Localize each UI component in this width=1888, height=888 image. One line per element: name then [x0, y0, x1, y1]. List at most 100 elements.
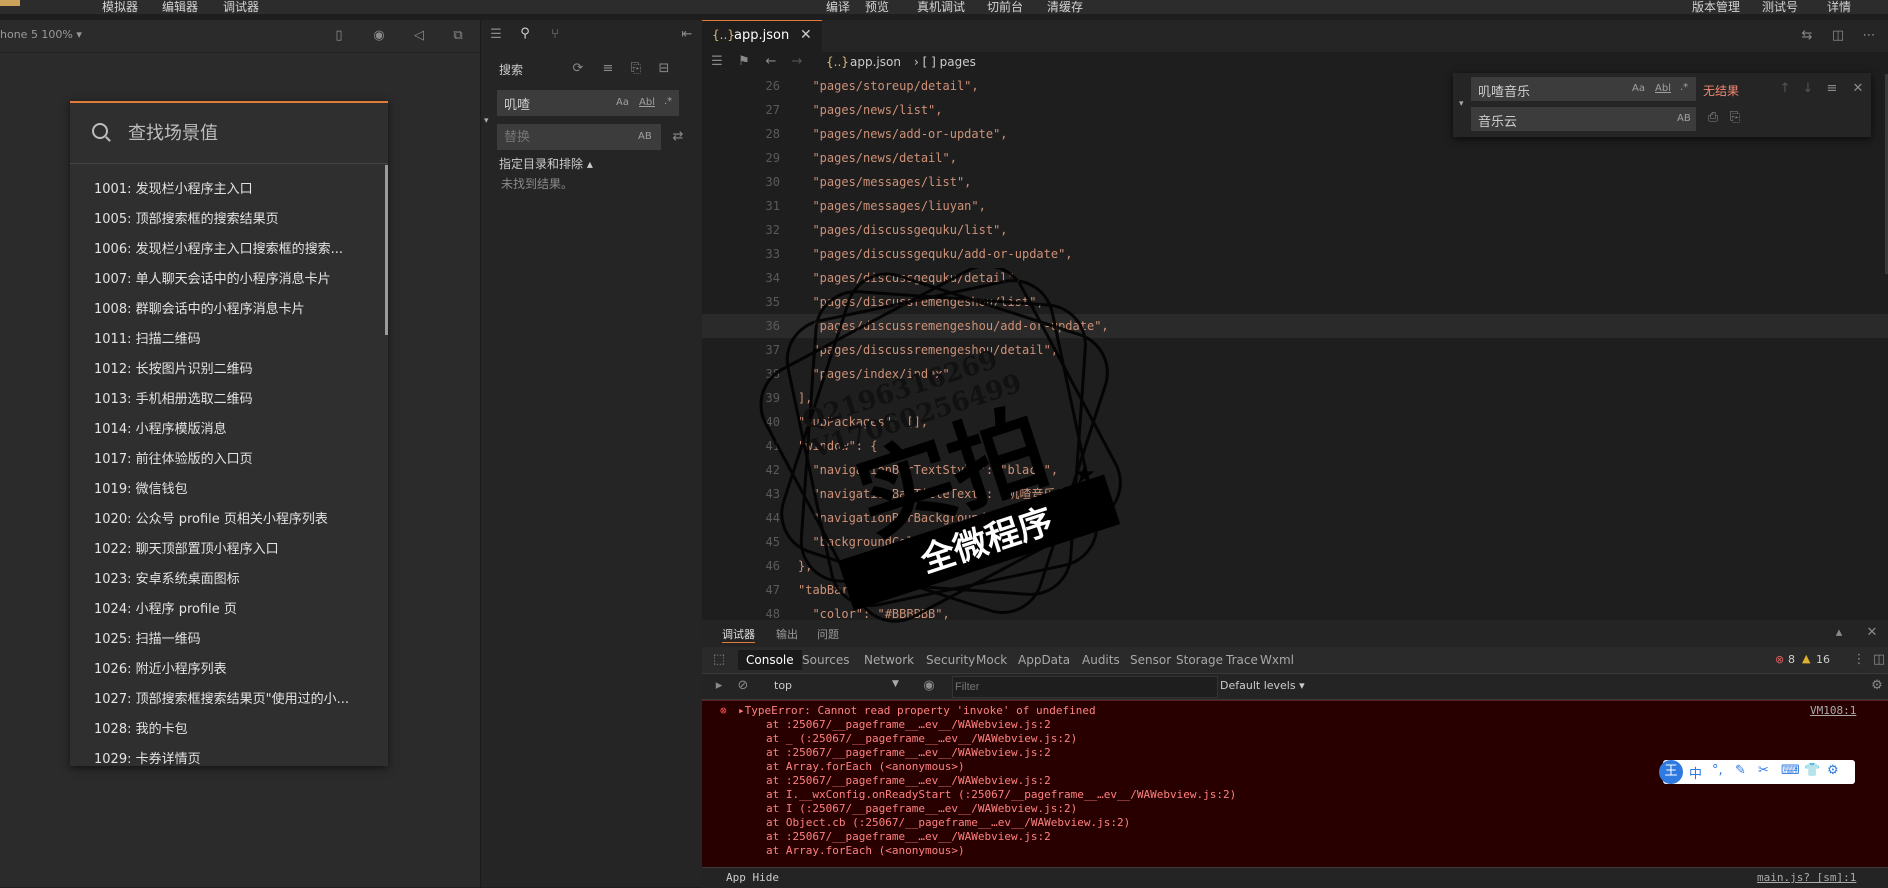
devtools-tab-console[interactable]: Console: [738, 650, 802, 670]
menu-preview[interactable]: 预览: [865, 0, 889, 15]
menu-editor[interactable]: 编辑器: [162, 0, 198, 15]
dock-icon[interactable]: ◫: [1872, 653, 1886, 667]
new-search-editor-icon[interactable]: ⎘: [629, 62, 643, 76]
code-line[interactable]: 47 "tabBar": {: [702, 578, 1888, 602]
close-icon[interactable]: ✕: [800, 27, 812, 43]
ime-screenshot-icon[interactable]: ✂: [1758, 763, 1769, 778]
devtools-tab-security[interactable]: Security: [926, 653, 975, 667]
previous-match-icon[interactable]: ↑: [1778, 82, 1792, 96]
ime-settings-icon[interactable]: ⚙: [1827, 763, 1839, 778]
menu-remote-debug[interactable]: 真机调试: [917, 0, 965, 15]
chevron-down-icon[interactable]: ▼: [892, 679, 899, 689]
stack-frame[interactable]: at Object.cb (:25067/__pageframe__…ev__/…: [766, 816, 1130, 829]
code-line[interactable]: 37 "pages/discussremengeshou/detail",: [702, 338, 1888, 362]
devtools-tab-sources[interactable]: Sources: [802, 653, 849, 667]
toggle-replace-icon[interactable]: ▾: [1459, 99, 1464, 109]
devtools-tab-sensor[interactable]: Sensor: [1130, 653, 1171, 667]
console-filter-input[interactable]: [952, 676, 1218, 698]
match-case-toggle[interactable]: Aa: [616, 97, 629, 108]
replace-all-icon[interactable]: ⎘: [1728, 111, 1742, 125]
devtools-tab-audits[interactable]: Audits: [1082, 653, 1120, 667]
outline-icon[interactable]: ☰: [710, 55, 724, 69]
code-line[interactable]: 33 "pages/discussgequku/add-or-update",: [702, 242, 1888, 266]
menu-test-account[interactable]: 测试号: [1762, 0, 1798, 15]
scene-item[interactable]: 1025: 扫描一维码: [70, 625, 388, 655]
ime-logo-icon[interactable]: 王: [1659, 760, 1683, 784]
stack-frame[interactable]: at :25067/__pageframe__…ev__/WAWebview.j…: [766, 746, 1051, 759]
ime-keyboard-icon[interactable]: ⌨: [1781, 763, 1800, 778]
split-editor-icon[interactable]: ◫: [1831, 29, 1845, 43]
forward-icon[interactable]: →: [790, 55, 804, 69]
menu-clear-cache[interactable]: 清缓存: [1047, 0, 1083, 15]
close-icon[interactable]: ✕: [1851, 82, 1865, 96]
status-source-link[interactable]: main.js? [sm]:1: [1757, 871, 1856, 884]
replace-input[interactable]: [1476, 112, 1620, 129]
scene-item[interactable]: 1011: 扫描二维码: [70, 325, 388, 355]
collapse-panel-icon[interactable]: ⇤: [680, 28, 694, 42]
breadcrumb-path[interactable]: › [ ] pages: [914, 55, 976, 69]
include-exclude-toggle[interactable]: 指定目录和排除 ▴: [499, 155, 593, 172]
scene-item[interactable]: 1024: 小程序 profile 页: [70, 595, 388, 625]
breadcrumb-file[interactable]: app.json: [850, 55, 901, 69]
code-line[interactable]: 41 "window": {: [702, 434, 1888, 458]
scene-item[interactable]: 1019: 微信钱包: [70, 475, 388, 505]
window-icon[interactable]: ⧉: [451, 29, 465, 43]
regex-toggle[interactable]: .*: [664, 96, 672, 107]
back-icon[interactable]: ←: [764, 55, 778, 69]
device-selector[interactable]: hone 5 100% ▾: [0, 28, 82, 41]
replace-all-icon[interactable]: ⇄: [671, 130, 685, 144]
more-icon[interactable]: ⋮: [1852, 653, 1866, 667]
compare-icon[interactable]: ⇆: [1800, 29, 1814, 43]
scene-item[interactable]: 1006: 发现栏小程序主入口搜索框的搜索...: [70, 235, 388, 265]
maximize-icon[interactable]: ▴: [1832, 626, 1846, 640]
list-icon[interactable]: ☰: [489, 28, 503, 42]
ime-chinese-mode[interactable]: 中: [1689, 763, 1702, 782]
next-match-icon[interactable]: ↓: [1801, 82, 1815, 96]
whole-word-toggle[interactable]: Abl: [639, 97, 655, 108]
preserve-case-toggle[interactable]: AB: [638, 131, 652, 142]
menu-simulator[interactable]: 模拟器: [102, 0, 138, 15]
code-view[interactable]: 26 "pages/storeup/detail", 27 "pages/news…: [702, 74, 1888, 626]
scene-item[interactable]: 1022: 聊天顶部置顶小程序入口: [70, 535, 388, 565]
stack-frame[interactable]: at Array.forEach (<anonymous>): [766, 760, 965, 773]
search-icon[interactable]: ⚲: [518, 27, 532, 41]
more-icon[interactable]: ⋯: [1862, 29, 1876, 43]
gear-icon[interactable]: ⚙: [1870, 679, 1884, 693]
close-icon[interactable]: ✕: [1865, 626, 1879, 640]
scene-item[interactable]: 1026: 附近小程序列表: [70, 655, 388, 685]
stack-frame[interactable]: at _ (:25067/__pageframe__…ev__/WAWebvie…: [766, 732, 1077, 745]
code-line[interactable]: 46},: [702, 554, 1888, 578]
tab-output[interactable]: 输出: [776, 626, 798, 642]
preserve-case-toggle[interactable]: AB: [1677, 113, 1691, 124]
refresh-icon[interactable]: ⟳: [571, 62, 585, 76]
code-line[interactable]: 31 "pages/messages/liuyan",: [702, 194, 1888, 218]
sidebar-toggle-icon[interactable]: ▸: [712, 679, 726, 693]
stack-frame[interactable]: at :25067/__pageframe__…ev__/WAWebview.j…: [766, 830, 1051, 843]
devtools-tab-trace[interactable]: Trace: [1226, 653, 1258, 667]
record-icon[interactable]: ◉: [372, 29, 386, 43]
scene-item[interactable]: 1005: 顶部搜索框的搜索结果页: [70, 205, 388, 235]
clear-results-icon[interactable]: ≡: [601, 62, 615, 76]
scene-item[interactable]: 1008: 群聊会话中的小程序消息卡片: [70, 295, 388, 325]
tab-problems[interactable]: 问题: [817, 626, 839, 642]
code-line[interactable]: 43 "navigationBarTitleText": "叽喳音乐小程序",: [702, 482, 1888, 506]
volume-icon[interactable]: ◁: [412, 29, 426, 43]
stack-frame[interactable]: at I (:25067/__pageframe__…ev__/WAWebvie…: [766, 802, 1077, 815]
scene-search-input[interactable]: [126, 117, 370, 149]
source-control-icon[interactable]: ⑂: [548, 28, 562, 42]
scene-item[interactable]: 1013: 手机相册选取二维码: [70, 385, 388, 415]
code-line[interactable]: 34 "pages/discussgequku/detail",: [702, 266, 1888, 290]
regex-toggle[interactable]: .*: [1680, 82, 1688, 93]
scene-item[interactable]: 1017: 前往体验版的入口页: [70, 445, 388, 475]
stack-frame[interactable]: at I.__wxConfig.onReadyStart (:25067/__p…: [766, 788, 1236, 801]
find-input[interactable]: [1476, 82, 1620, 99]
devtools-tab-network[interactable]: Network: [864, 653, 914, 667]
scene-item[interactable]: 1012: 长按图片识别二维码: [70, 355, 388, 385]
devtools-tab-storage[interactable]: Storage: [1176, 653, 1223, 667]
ime-punctuation-icon[interactable]: °,: [1712, 763, 1723, 778]
code-line[interactable]: 40 "subPackages": [],: [702, 410, 1888, 434]
devtools-tab-mock[interactable]: Mock: [976, 653, 1007, 667]
toggle-replace-icon[interactable]: ▾: [484, 116, 489, 126]
clear-console-icon[interactable]: ⊘: [736, 679, 750, 693]
menu-compile[interactable]: 编译: [826, 0, 850, 15]
